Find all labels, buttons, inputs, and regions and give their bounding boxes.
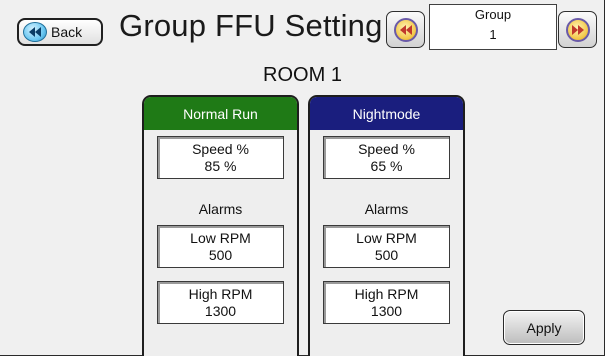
normal-speed-label: Speed % (192, 141, 249, 157)
night-alarms-label: Alarms (364, 201, 409, 217)
nightmode-panel: Nightmode Speed % 65 % Alarms Low RPM 50… (308, 95, 465, 356)
normal-low-rpm-field[interactable]: Low RPM 500 (157, 225, 284, 268)
night-low-rpm-value: 500 (374, 247, 399, 263)
group-value: 1 (489, 27, 497, 42)
night-speed-value: 65 % (370, 158, 403, 174)
normal-high-rpm-value: 1300 (204, 303, 237, 319)
page-title: Group FFU Setting (119, 8, 383, 43)
night-low-rpm-label: Low RPM (356, 230, 417, 246)
back-button-label: Back (51, 24, 83, 40)
night-speed-label: Speed % (358, 141, 415, 157)
normal-speed-value: 85 % (204, 158, 237, 174)
normal-low-rpm-value: 500 (208, 247, 233, 263)
previous-group-icon (393, 17, 418, 42)
apply-button[interactable]: Apply (503, 310, 585, 345)
normal-run-panel: Normal Run Speed % 85 % Alarms Low RPM 5… (142, 95, 299, 356)
group-selector[interactable]: Group 1 (429, 4, 557, 50)
next-group-icon (565, 17, 590, 42)
night-high-rpm-label: High RPM (354, 286, 419, 302)
normal-alarms-label: Alarms (198, 201, 243, 217)
normal-low-rpm-label: Low RPM (190, 230, 251, 246)
night-speed-field[interactable]: Speed % 65 % (323, 136, 450, 179)
normal-run-header: Normal Run (144, 97, 297, 130)
previous-group-button[interactable] (386, 11, 425, 48)
night-high-rpm-value: 1300 (370, 303, 403, 319)
hmi-screen: Back Group FFU Setting Group 1 ROOM 1 No… (0, 0, 605, 356)
back-button[interactable]: Back (17, 18, 103, 46)
normal-speed-field[interactable]: Speed % 85 % (157, 136, 284, 179)
night-high-rpm-field[interactable]: High RPM 1300 (323, 281, 450, 324)
back-arrow-icon (23, 22, 47, 42)
normal-high-rpm-label: High RPM (188, 286, 253, 302)
room-title: ROOM 1 (263, 64, 342, 86)
night-low-rpm-field[interactable]: Low RPM 500 (323, 225, 450, 268)
group-label: Group (474, 7, 512, 22)
nightmode-header: Nightmode (310, 97, 463, 130)
normal-high-rpm-field[interactable]: High RPM 1300 (157, 281, 284, 324)
next-group-button[interactable] (558, 11, 597, 48)
